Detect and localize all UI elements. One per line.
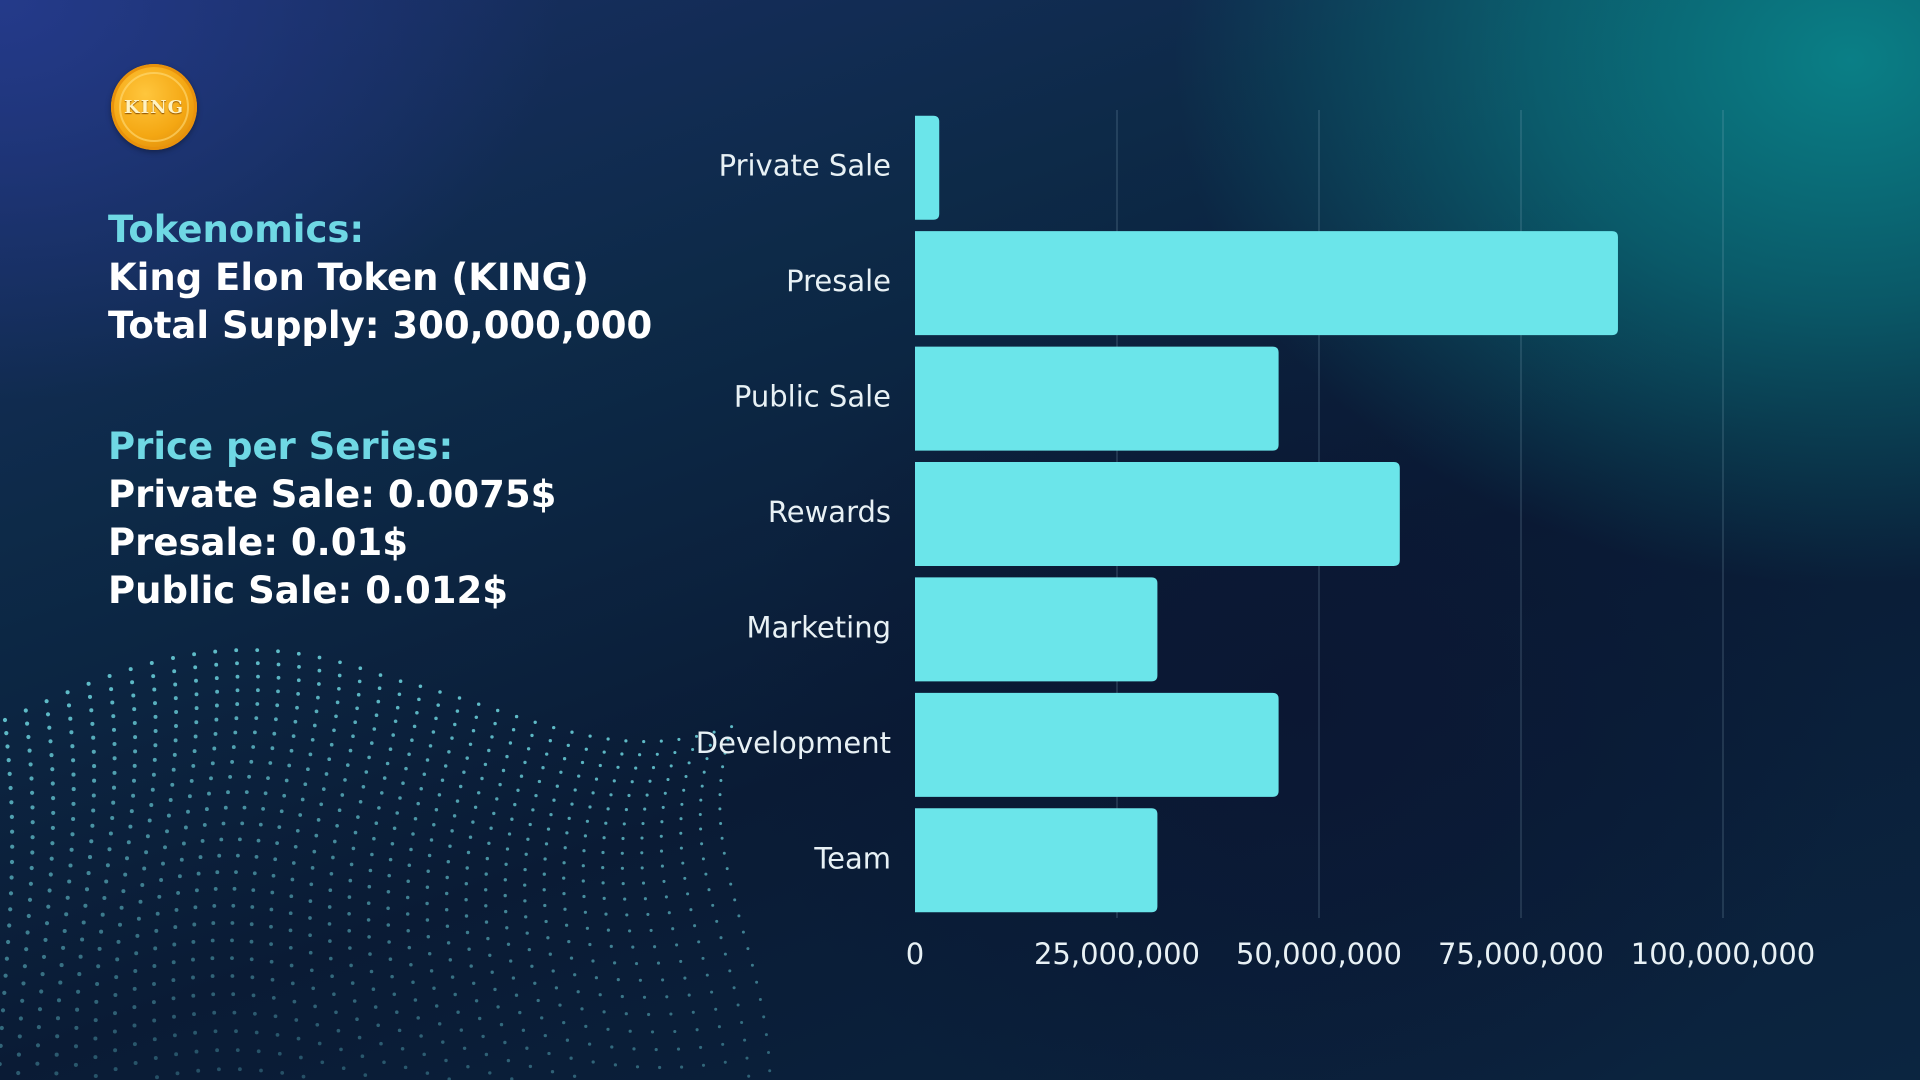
allocation-bar-chart: Private Sale Presale Public Sale Rewards Mar… [696,110,1815,971]
x-tick-label: 75,000,000 [1438,937,1604,971]
category-label: Development [696,726,891,760]
x-axis-ticks: 0 25,000,000 50,000,000 75,000,000 100,000,0… [906,937,1815,971]
bar-development [915,692,1279,797]
x-tick-label: 50,000,000 [1236,937,1402,971]
category-label: Presale [786,264,891,298]
bar-private-sale [915,115,940,220]
category-labels: Private Sale Presale Public Sale Rewards Mar… [696,149,891,876]
bar-rewards [915,462,1400,566]
bar-team [915,808,1158,913]
category-label: Marketing [746,610,891,644]
category-label: Private Sale [719,149,891,183]
bars [915,115,1618,913]
category-label: Rewards [768,495,891,529]
x-tick-label: 100,000,000 [1631,937,1816,971]
x-tick-label: 0 [906,937,924,971]
bar-public-sale [915,346,1279,451]
bar-presale [915,231,1618,336]
x-tick-label: 25,000,000 [1034,937,1200,971]
bar-marketing [915,577,1158,682]
category-label: Public Sale [734,380,891,414]
category-label: Team [813,841,891,875]
